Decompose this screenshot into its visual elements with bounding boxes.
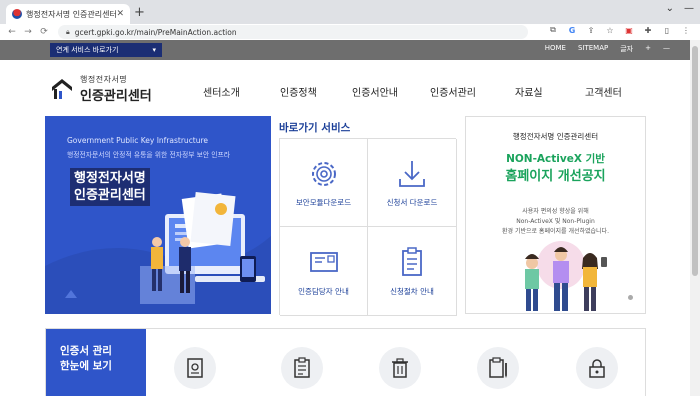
- nav-cert-policy[interactable]: 인증정책: [280, 84, 352, 99]
- related-services-select[interactable]: 연계 서비스 바로가기 ▾: [50, 43, 162, 57]
- address-bar-row: ← → ⟳ 🔒︎ gcert.gpki.go.kr/main/PreMainAc…: [0, 24, 700, 40]
- cert-management-line1: 인증서 관리: [60, 345, 112, 357]
- forward-icon[interactable]: →: [20, 27, 36, 37]
- gear-icon: [311, 162, 336, 186]
- window-controls: ⌄ —: [666, 3, 694, 14]
- quick-services-grid: 보안모듈다운로드 신청서 다운로드 인증담당자 안내 신청절차 안내: [279, 138, 457, 316]
- notice-banner[interactable]: 행정전자서명 인증관리센터 NON-ActiveX 기반 홈페이지 개선공지 사…: [465, 116, 646, 314]
- share-icon[interactable]: ⇪: [585, 26, 597, 35]
- related-services-label: 연계 서비스 바로가기: [56, 46, 119, 54]
- menu-kebab-icon[interactable]: ⋮: [680, 26, 692, 35]
- nav-center-intro[interactable]: 센터소개: [203, 84, 280, 99]
- quick-security-module-download[interactable]: 보안모듈다운로드: [280, 139, 368, 227]
- hero-banner: Government Public Key Infrastructure 행정전…: [45, 116, 271, 314]
- main-navigation: 센터소개 인증정책 인증서안내 인증서관리 자료실 고객센터: [203, 84, 645, 99]
- font-decrease-button[interactable]: —: [663, 44, 670, 54]
- quick-contact-info-label: 인증담당자 안내: [298, 287, 349, 296]
- puzzle-icon[interactable]: ✚: [642, 26, 654, 35]
- font-size-label: 글자: [620, 45, 634, 53]
- mail-icon: [309, 252, 338, 272]
- notice-headline-1: NON-ActiveX 기반: [506, 153, 605, 165]
- bookmark-star-icon[interactable]: ☆: [604, 26, 616, 35]
- utility-bar: 연계 서비스 바로가기 ▾ HOME SITEMAP 글자 + —: [0, 40, 690, 60]
- sidebar-icon[interactable]: ▯: [661, 26, 673, 35]
- logo-line2: 인증관리센터: [80, 89, 152, 104]
- nav-resources[interactable]: 자료실: [515, 84, 585, 99]
- quick-form-download-label: 신청서 다운로드: [386, 198, 438, 207]
- notice-body: 사용자 편의성 향상을 위해 Non-ActiveX 및 Non-Plugin …: [466, 207, 645, 237]
- sitemap-link[interactable]: SITEMAP: [578, 44, 608, 54]
- tab-close-icon[interactable]: ✕: [116, 9, 124, 19]
- google-icon[interactable]: G: [566, 26, 578, 35]
- chevron-down-icon: ▾: [152, 46, 156, 54]
- nav-customer-center[interactable]: 고객센터: [585, 84, 645, 99]
- quick-form-download[interactable]: 신청서 다운로드: [368, 139, 457, 227]
- font-increase-button[interactable]: +: [645, 44, 651, 54]
- carousel-dot[interactable]: [628, 295, 633, 300]
- browser-tab[interactable]: 행정전자서명 인증관리센터 ✕: [6, 4, 130, 24]
- logo-line1: 행정전자서명: [80, 75, 128, 84]
- cert-management-heading: 인증서 관리 한눈에 보기: [46, 329, 146, 396]
- hero-illustration: [45, 192, 271, 314]
- back-icon[interactable]: ←: [4, 27, 20, 37]
- page-scrollbar[interactable]: [690, 40, 700, 396]
- browser-tab-strip: 행정전자서명 인증관리센터 ✕ + ⌄ —: [0, 0, 700, 24]
- scrollbar-thumb[interactable]: [692, 46, 698, 276]
- certificate-icon[interactable]: [174, 347, 216, 389]
- notice-body-line1: 사용자 편의성 향상을 위해: [522, 208, 589, 215]
- browser-extensions: ⧉ G ⇪ ☆ ▣ ✚ ▯ ⋮: [547, 25, 692, 35]
- logo-mark-icon: [50, 77, 74, 101]
- notice-headline-2: 홈페이지 개선공지: [505, 169, 606, 184]
- minimize-button[interactable]: —: [684, 3, 694, 14]
- new-tab-button[interactable]: +: [134, 5, 145, 20]
- notice-org: 행정전자서명 인증관리센터: [512, 132, 599, 141]
- nav-cert-info[interactable]: 인증서안내: [352, 84, 430, 99]
- tab-search-icon[interactable]: ⌄: [666, 3, 674, 14]
- home-link[interactable]: HOME: [545, 44, 566, 54]
- site-logo[interactable]: 행정전자서명 인증관리센터: [50, 74, 152, 104]
- extension-red-icon[interactable]: ▣: [623, 26, 635, 35]
- edit-clipboard-icon[interactable]: [477, 347, 519, 389]
- cert-management-line2: 한눈에 보기: [60, 360, 112, 372]
- url-bar[interactable]: 🔒︎ gcert.gpki.go.kr/main/PreMainAction.a…: [58, 25, 528, 39]
- lock-icon: 🔒︎: [66, 27, 70, 36]
- url-text: gcert.gpki.go.kr/main/PreMainAction.acti…: [74, 27, 237, 37]
- quick-contact-info[interactable]: 인증담당자 안내: [280, 227, 368, 316]
- translate-icon[interactable]: ⧉: [547, 25, 559, 35]
- notice-body-line2: Non-ActiveX 및 Non-Plugin: [516, 218, 595, 225]
- site-favicon-icon: [12, 9, 22, 19]
- cert-management-section: 인증서 관리 한눈에 보기: [45, 328, 646, 396]
- clipboard-icon: [402, 247, 422, 276]
- tab-title: 행정전자서명 인증관리센터: [26, 9, 117, 19]
- checklist-icon[interactable]: [281, 347, 323, 389]
- quick-procedure-info[interactable]: 신청절차 안내: [368, 227, 457, 316]
- quick-services-title: 바로가기 서비스: [279, 122, 351, 134]
- lock-icon[interactable]: [576, 347, 618, 389]
- quick-procedure-info-label: 신청절차 안내: [390, 287, 434, 296]
- page-viewport: 연계 서비스 바로가기 ▾ HOME SITEMAP 글자 + — 행정전자서명…: [0, 40, 700, 396]
- reload-icon[interactable]: ⟳: [36, 27, 52, 37]
- nav-cert-manage[interactable]: 인증서관리: [430, 84, 515, 99]
- download-icon: [399, 161, 425, 187]
- people-illustration: [525, 241, 607, 311]
- trash-icon[interactable]: [379, 347, 421, 389]
- quick-security-module-label: 보안모듈다운로드: [295, 198, 352, 207]
- utility-links: HOME SITEMAP 글자 + —: [545, 44, 670, 54]
